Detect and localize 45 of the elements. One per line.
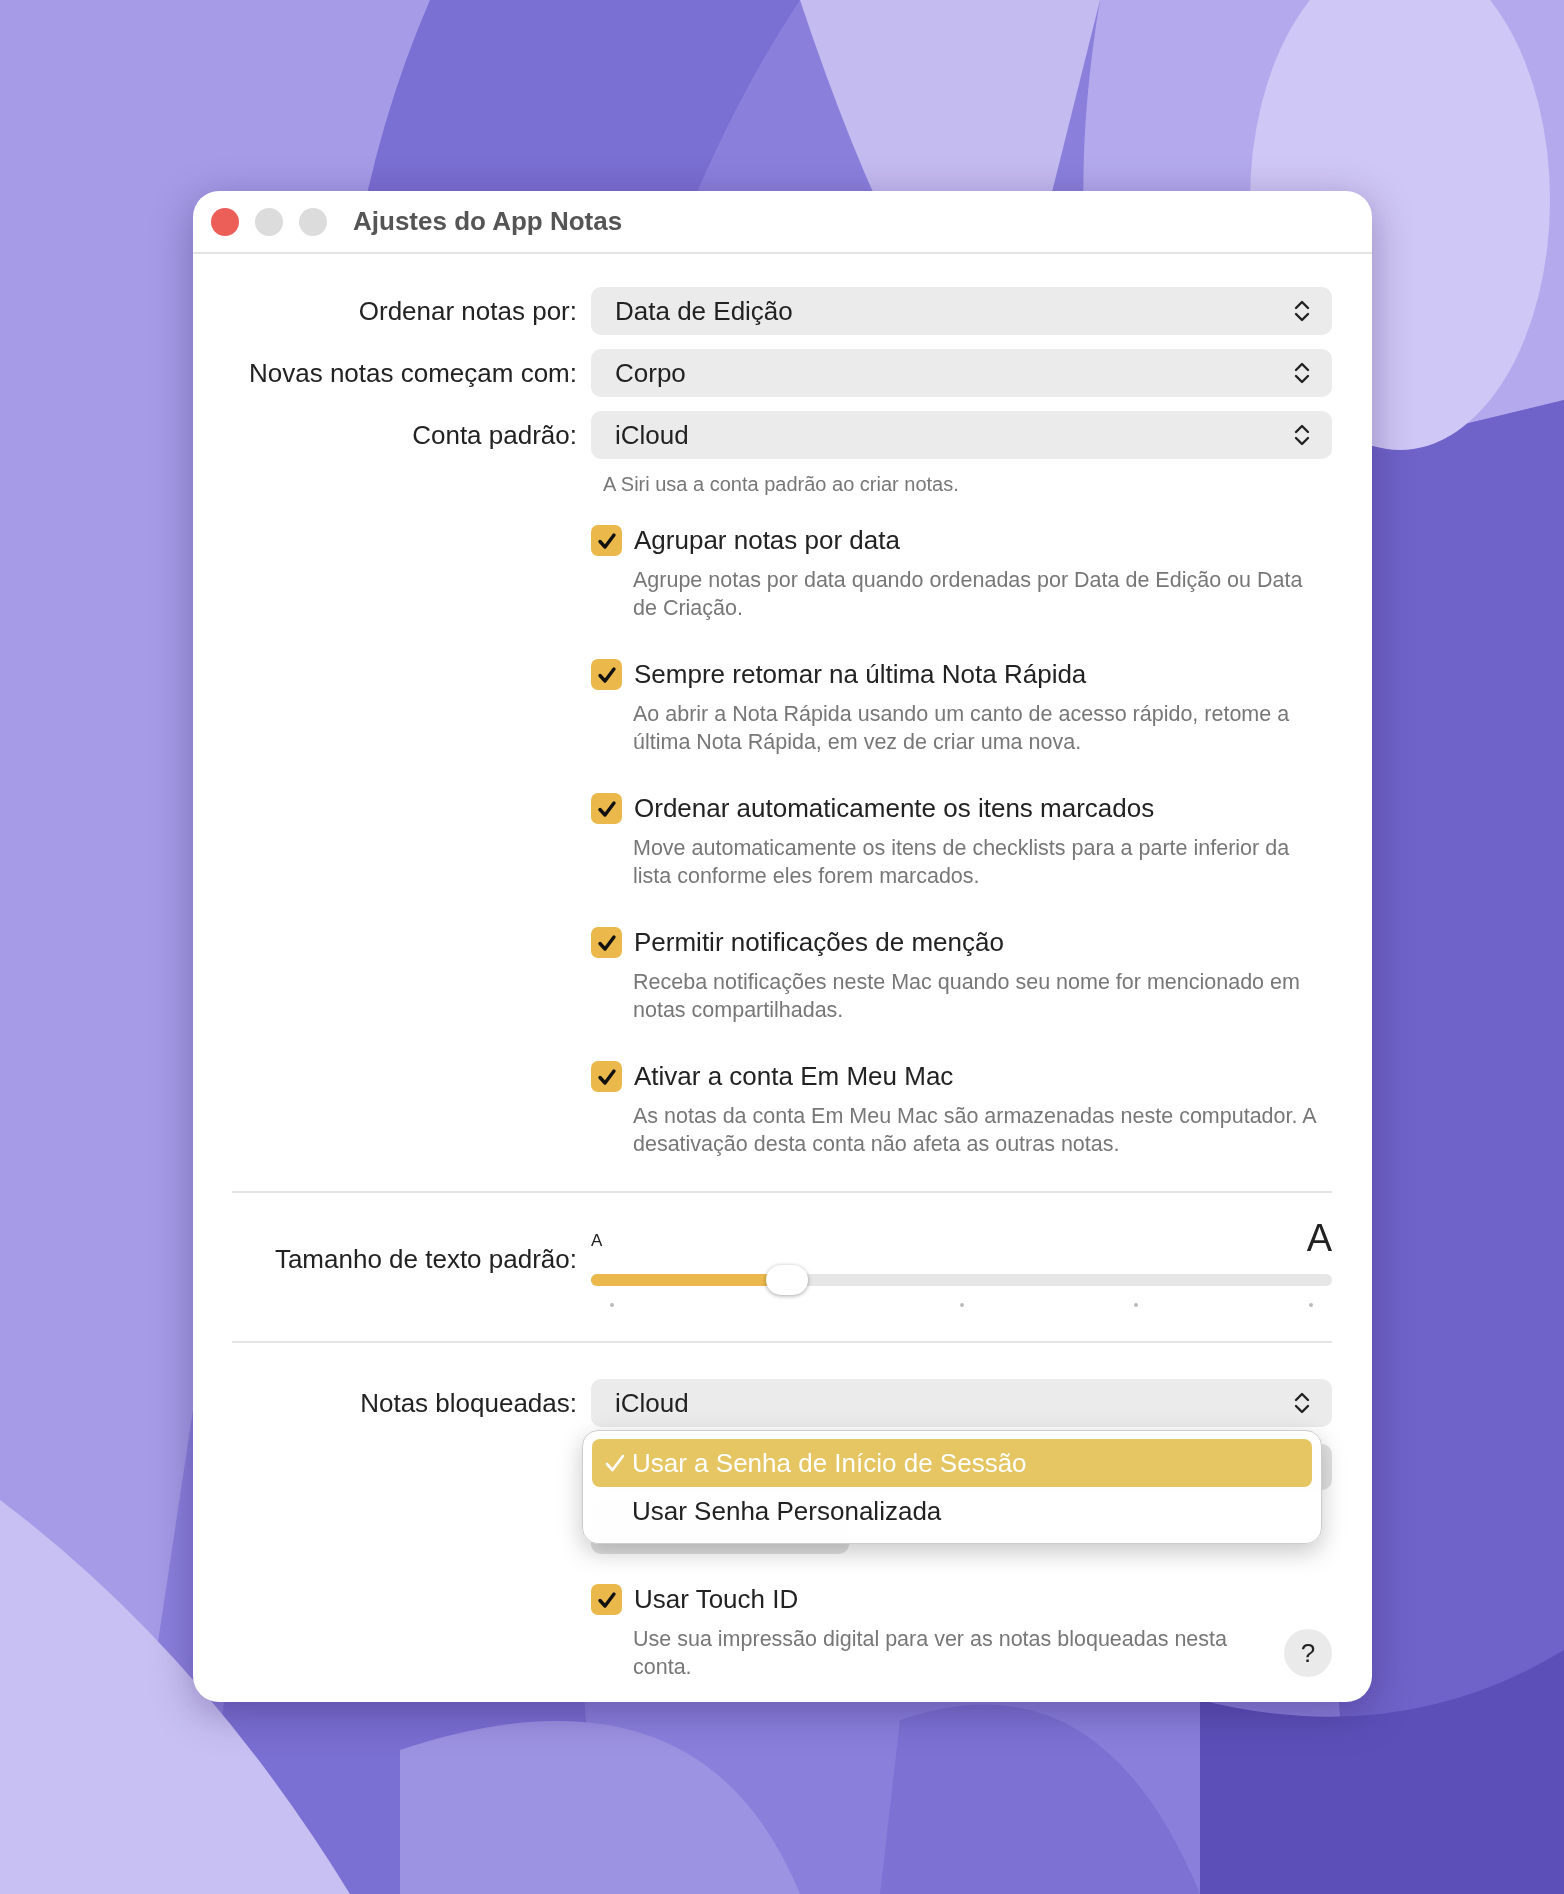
large-text-glyph: A [1306, 1219, 1332, 1257]
window-title: Ajustes do App Notas [353, 205, 623, 238]
slider[interactable] [591, 1265, 1332, 1295]
checkbox[interactable] [591, 793, 622, 824]
field-label: Notas bloqueadas: [359, 1386, 577, 1420]
chevron-icon [1294, 362, 1310, 384]
option-label: Agrupar notas por data [634, 524, 900, 557]
chevron-icon [1294, 300, 1310, 322]
checkbox[interactable] [591, 525, 622, 556]
small-text-glyph: A [591, 1229, 603, 1252]
option-description: Ao abrir a Nota Rápida usando um canto de acesso rápido, retome a última Nota Rápida, em vez de criar uma nova. [633, 701, 1291, 756]
checkmark-icon [604, 1452, 626, 1474]
option-description: Use sua impressão digital para ver as notas bloqueadas nesta conta. [633, 1626, 1228, 1681]
menu-item[interactable]: Usar Senha Personalizada [592, 1487, 1312, 1535]
checkbox[interactable] [591, 1584, 622, 1615]
option-label: Permitir notificações de menção [634, 926, 1004, 959]
field-label: Tamanho de texto padrão: [273, 1243, 577, 1276]
chevron-icon [1294, 1392, 1310, 1414]
popup-button[interactable]: iCloud [591, 1379, 1332, 1427]
tick-mark [610, 1303, 614, 1307]
slider-thumb[interactable] [766, 1265, 809, 1295]
field-label: Novas notas começam com: [248, 356, 577, 390]
field-label: Ordenar notas por: [357, 294, 577, 328]
popup-button[interactable]: Corpo [591, 349, 1332, 397]
option-label: Ordenar automaticamente os itens marcados [634, 792, 1155, 825]
tick-mark [959, 1303, 964, 1307]
checkbox[interactable] [591, 927, 622, 958]
tick-mark [1309, 1303, 1313, 1307]
tick-mark [1134, 1303, 1139, 1307]
hint-text: A Siri usa a conta padrão ao criar notas. [603, 472, 960, 497]
option-description: As notas da conta Em Meu Mac são armazenadas neste computador. A desativação desta conta não afeta as outras notas. [633, 1103, 1317, 1158]
option-label: Usar Touch ID [634, 1583, 799, 1616]
popup-button[interactable]: iCloud [591, 411, 1332, 459]
checkbox[interactable] [591, 1061, 622, 1092]
option-description: Agrupe notas por data quando ordenadas por Data de Edição ou Data de Criação. [633, 567, 1304, 622]
option-description: Move automaticamente os itens de checklists para a parte inferior da lista conforme eles forem marcados. [633, 835, 1291, 890]
option-label: Ativar a conta Em Meu Mac [634, 1060, 954, 1093]
option-label: Sempre retomar na última Nota Rápida [634, 658, 1087, 691]
popup-button[interactable]: Data de Edição [591, 287, 1332, 335]
field-label: Conta padrão: [411, 418, 577, 452]
option-description: Receba notificações neste Mac quando seu nome for mencionado em notas compartilhadas. [633, 969, 1301, 1024]
checkbox[interactable] [591, 659, 622, 690]
help-button[interactable]: ? [1284, 1629, 1332, 1677]
close-button[interactable] [211, 207, 239, 236]
chevron-icon [1294, 424, 1310, 446]
